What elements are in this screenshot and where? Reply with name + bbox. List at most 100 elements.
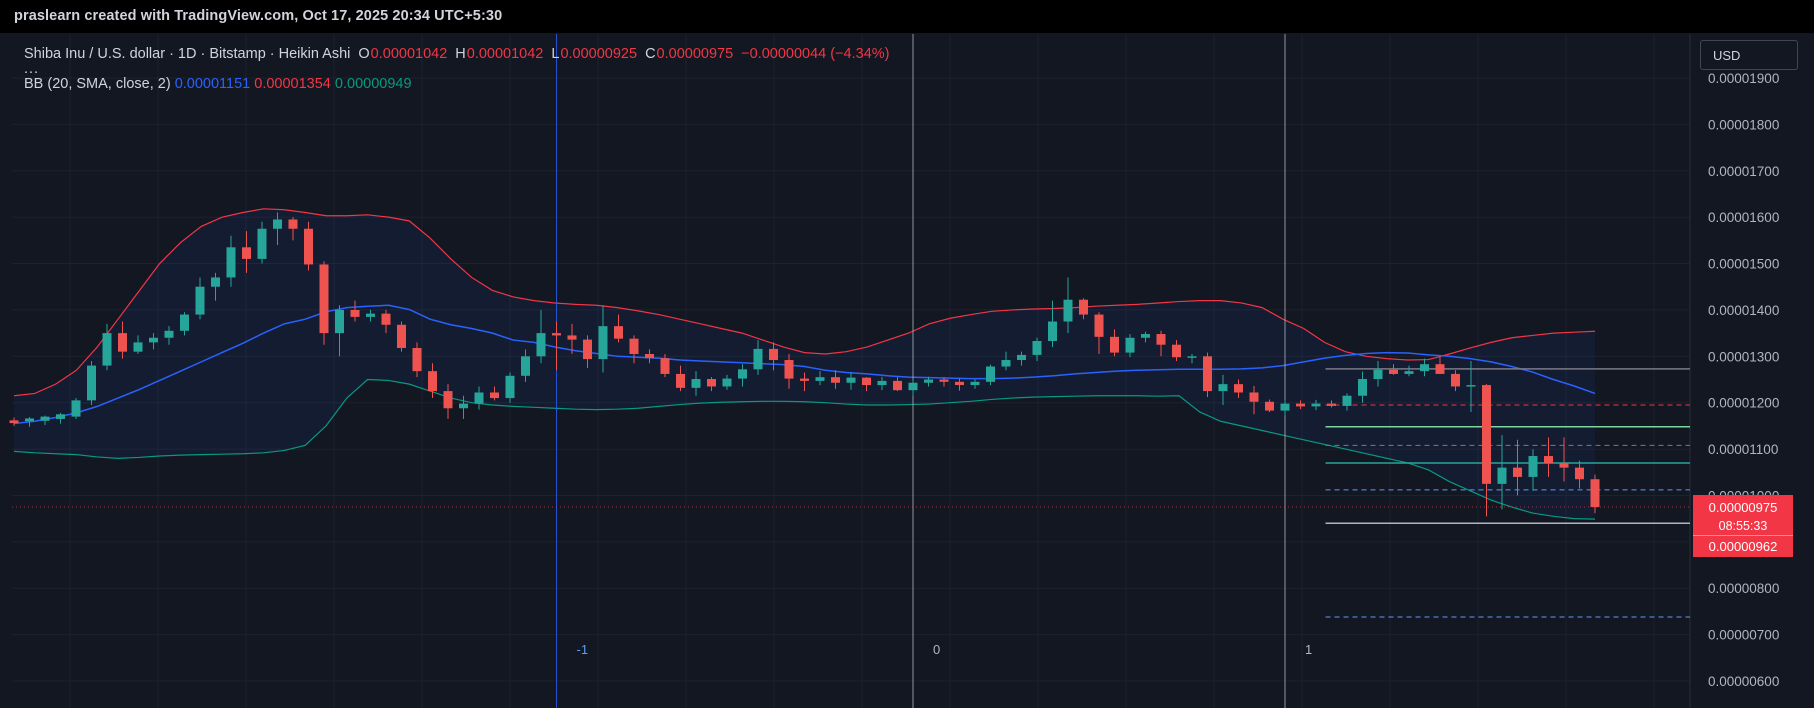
candle-body — [459, 403, 468, 409]
open-label: O — [358, 46, 370, 62]
close-value: 0.00000975 — [656, 46, 734, 62]
candle-body — [986, 366, 995, 382]
price-tick-label: 0.00001800 — [1708, 117, 1779, 132]
price-tick-label: 0.00001700 — [1708, 164, 1779, 179]
candle-body — [614, 326, 623, 339]
candle-body — [1404, 371, 1414, 374]
candle-body — [784, 360, 794, 379]
candle-body — [1311, 403, 1321, 407]
candle-body — [25, 418, 34, 422]
candle-body — [443, 391, 453, 409]
candle-body — [1358, 379, 1367, 396]
candle-body — [1373, 369, 1383, 380]
candle-body — [877, 380, 887, 386]
candle-body — [242, 247, 251, 259]
candle-body — [118, 333, 127, 352]
candle-body — [893, 380, 902, 391]
candle-body — [1327, 403, 1336, 406]
candle-body — [955, 381, 964, 386]
candle-body — [1389, 369, 1398, 374]
candle-body — [366, 313, 375, 317]
candle-body — [1234, 384, 1243, 393]
candle-body — [1528, 456, 1538, 477]
low-value: 0.00000925 — [560, 46, 638, 62]
price-tick-label: 0.00001600 — [1708, 210, 1779, 225]
currency-button[interactable]: USD — [1700, 40, 1798, 70]
candle-body — [660, 358, 670, 374]
candle-body — [800, 378, 809, 381]
high-value: 0.00001042 — [466, 46, 544, 62]
legend-more[interactable]: ... — [24, 62, 891, 77]
bb-row: BB (20, SMA, close, 2) 0.00001151 0.0000… — [24, 74, 891, 94]
candle-body — [226, 247, 236, 278]
candle-body — [1420, 364, 1429, 372]
candle-body — [1559, 462, 1569, 468]
candle-body — [846, 377, 856, 383]
bb-label[interactable]: BB (20, SMA, close, 2) — [24, 76, 171, 92]
bar-countdown: 08:55:33 — [1718, 519, 1768, 533]
candle-body — [1280, 403, 1290, 411]
candle-body — [1079, 299, 1088, 315]
price-tick-label: 0.00000600 — [1708, 674, 1779, 689]
candle-body — [164, 330, 174, 338]
candle-body — [908, 382, 918, 391]
candle-body — [583, 339, 592, 360]
price-tick-label: 0.00001500 — [1708, 257, 1779, 272]
candle — [304, 221, 313, 271]
candle-body — [970, 381, 980, 386]
candle-body — [1544, 456, 1553, 463]
candle-body — [1125, 337, 1135, 353]
candle-body — [924, 379, 933, 383]
candle-body — [738, 369, 747, 379]
marker-label: 1 — [1305, 642, 1312, 657]
candle-body — [304, 228, 313, 265]
candle-body — [319, 264, 329, 334]
candle-body — [1249, 392, 1259, 402]
candlestick-chart[interactable]: 0.00001900 0.00001800 0.00001700 0.00001600… — [0, 0, 1814, 708]
candle-body — [707, 379, 716, 387]
price-tick-label: 0.00001300 — [1708, 349, 1779, 364]
candle-body — [350, 309, 360, 317]
change-value: −0.00000044 (−4.34%) — [741, 46, 890, 62]
candle-body — [1172, 344, 1181, 358]
candle-body — [1435, 364, 1445, 374]
candle-body — [753, 348, 763, 370]
ohlc-row: Shiba Inu / U.S. dollar · 1D · Bitstamp … — [24, 44, 891, 64]
candle-body — [815, 377, 825, 381]
candle-body — [288, 219, 298, 229]
candle-body — [1513, 467, 1522, 477]
candle-body — [9, 420, 19, 424]
candle-body — [56, 414, 65, 419]
symbol-title[interactable]: Shiba Inu / U.S. dollar · 1D · Bitstamp … — [24, 46, 350, 62]
candle-body — [335, 309, 344, 334]
price-tick-label: 0.00000700 — [1708, 628, 1779, 643]
price-tick-label: 0.00000800 — [1708, 581, 1779, 596]
candle-body — [1590, 479, 1600, 508]
candle-body — [1156, 334, 1166, 345]
candle-body — [1110, 336, 1119, 353]
candle-body — [490, 392, 499, 399]
candle-body — [474, 392, 484, 404]
candle-body — [1342, 395, 1352, 406]
candle-body — [1094, 314, 1104, 337]
candle-body — [1497, 467, 1507, 484]
credit-bar: praslearn created with TradingView.com, … — [0, 0, 1814, 33]
credit-text: praslearn created with TradingView.com, … — [14, 8, 503, 24]
candle-body — [102, 333, 112, 366]
candle-body — [939, 379, 949, 382]
candle-body — [629, 338, 639, 354]
marker-label: -1 — [577, 642, 589, 657]
bb-basis-value: 0.00001151 — [174, 76, 251, 92]
candle-body — [1032, 341, 1042, 355]
candle-body — [1187, 356, 1197, 358]
candle-body — [87, 365, 96, 401]
candle-body — [273, 219, 282, 229]
candle-body — [381, 313, 391, 325]
high-label: H — [455, 46, 466, 62]
last-price-value: 0.00000975 — [1708, 500, 1778, 515]
candle-body — [598, 326, 608, 360]
candle-body — [1001, 360, 1011, 367]
candle-body — [180, 314, 189, 331]
chart-legend: Shiba Inu / U.S. dollar · 1D · Bitstamp … — [24, 44, 891, 94]
candle-body — [195, 286, 205, 315]
